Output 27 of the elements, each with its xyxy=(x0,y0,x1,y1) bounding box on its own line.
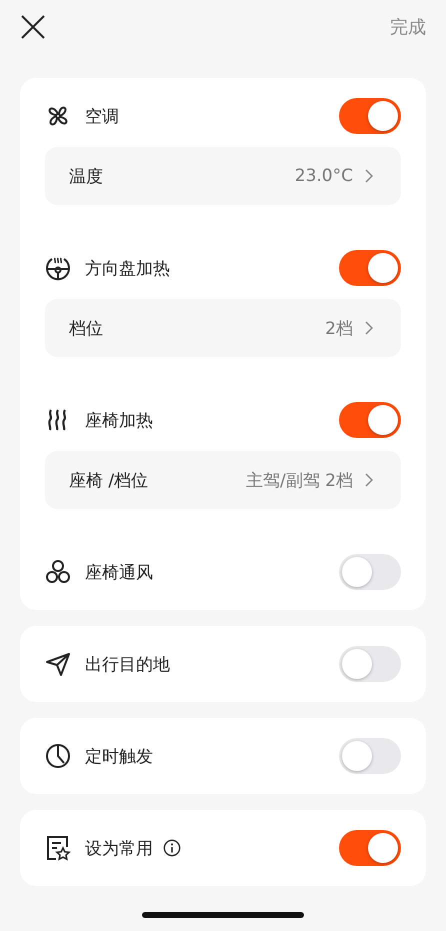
toggle-switch[interactable] xyxy=(339,250,401,286)
fan-icon xyxy=(45,559,71,585)
setting-label: 座椅通风 xyxy=(85,562,153,584)
chevron-right-icon xyxy=(365,169,373,183)
toggle-switch[interactable] xyxy=(339,646,401,682)
document-star-icon xyxy=(45,835,71,861)
setting-label: 出行目的地 xyxy=(85,654,170,676)
setting-label: 设为常用 xyxy=(85,838,153,860)
setting-label: 方向盘加热 xyxy=(85,258,170,280)
setting-label: 空调 xyxy=(85,106,119,128)
chevron-right-icon xyxy=(365,321,373,335)
setting-label: 座椅加热 xyxy=(85,410,153,432)
close-button[interactable] xyxy=(20,14,46,40)
toggle-switch[interactable] xyxy=(339,98,401,134)
chevron-right-icon xyxy=(365,473,373,487)
steering-wheel-heat-icon xyxy=(45,255,71,281)
detail-row[interactable]: 档位 2档 xyxy=(45,299,401,357)
toggle-switch[interactable] xyxy=(339,554,401,590)
toggle-switch[interactable] xyxy=(339,830,401,866)
detail-row[interactable]: 温度 23.0°C xyxy=(45,147,401,205)
clock-icon xyxy=(45,743,71,769)
info-icon[interactable] xyxy=(163,839,181,857)
toggle-switch[interactable] xyxy=(339,738,401,774)
toggle-switch[interactable] xyxy=(339,402,401,438)
detail-row[interactable]: 座椅 /档位 主驾/副驾 2档 xyxy=(45,451,401,509)
setting-label: 定时触发 xyxy=(85,746,153,768)
send-arrow-icon xyxy=(45,651,71,677)
